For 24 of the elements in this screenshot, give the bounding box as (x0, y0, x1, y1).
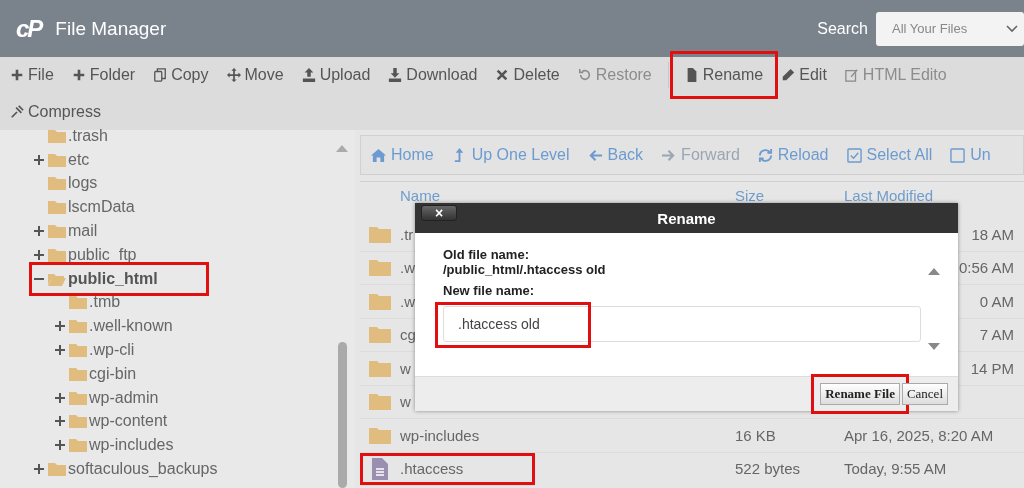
file-name: .w (400, 292, 415, 310)
modified-date: 18 AM (971, 225, 1014, 243)
modified-date: 7 AM (979, 326, 1014, 344)
new-name-label: New file name: (443, 283, 535, 298)
file-name: w (400, 359, 411, 377)
modified-date: 0 AM (979, 292, 1014, 310)
file-name: cg (400, 326, 416, 344)
file-size: 522 bytes (735, 460, 801, 478)
modified-date: Apr 16, 2025, 8:20 AM (844, 426, 994, 444)
logo: cP (16, 14, 42, 43)
file-name: .tr (400, 225, 414, 243)
modified-date: 0:56 AM (958, 259, 1014, 277)
app-title: File Manager (55, 17, 167, 40)
modified-date: Today, 9:55 AM (844, 460, 947, 478)
old-name-value: /public_html/.htaccess old (443, 262, 606, 277)
file-name: wp-includes (400, 426, 480, 444)
file-name: .w (400, 259, 415, 277)
search-label: Search (817, 19, 868, 38)
old-name-label: Old file name: (443, 247, 529, 262)
file-name: .htaccess (400, 460, 464, 478)
file-size: 16 KB (735, 426, 776, 444)
modified-date: 14 PM (970, 359, 1014, 377)
dialog-title: Rename (657, 209, 716, 227)
file-name: w (400, 393, 411, 411)
